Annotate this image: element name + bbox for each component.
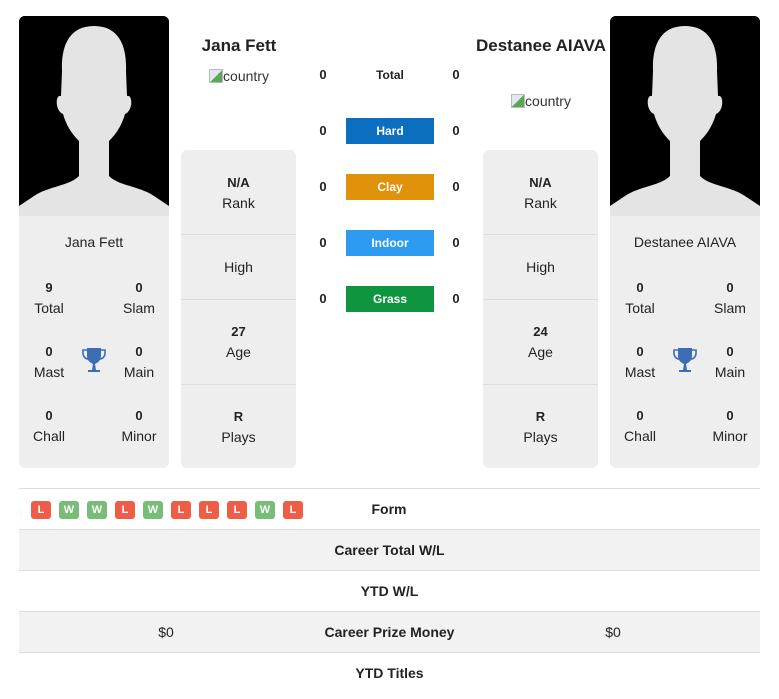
broken-image-icon (209, 69, 224, 83)
form-badge-win[interactable]: W (143, 501, 163, 519)
player1-titles-name[interactable]: Jana Fett (19, 234, 169, 250)
player2-total-titles: 0 Total (625, 280, 655, 316)
trophy-icon (82, 348, 106, 372)
player1-total-titles: 9 Total (34, 280, 64, 316)
h2h-right-indoor: 0 (452, 235, 460, 250)
broken-image-icon (511, 94, 526, 108)
h2h-left-indoor: 0 (319, 235, 327, 250)
stat-row-career-prize-money: $0 Career Prize Money $0 (19, 612, 760, 653)
player2-main-titles: 0 Main (714, 344, 746, 380)
player2-titles-panel: Destanee AIAVA 0 Total 0 Slam 0 Mast 0 Main … (610, 216, 760, 468)
player1-minor-titles: 0 Minor (121, 408, 157, 444)
player1-info-panel: N/A Rank High 27 Age R Plays (181, 150, 296, 468)
h2h-right-total: 0 (452, 67, 460, 82)
player2-titles-name[interactable]: Destanee AIAVA (610, 234, 760, 250)
player2-slam-titles: 0 Slam (714, 280, 746, 316)
player2-rank: N/A Rank (524, 174, 557, 211)
form-badge-loss[interactable]: L (115, 501, 135, 519)
h2h-left-clay: 0 (319, 179, 327, 194)
surface-indoor-label: Indoor (346, 230, 434, 256)
h2h-right-hard: 0 (452, 123, 460, 138)
player2-name[interactable]: Destanee AIAVA (466, 33, 616, 58)
player2-age: 24 Age (483, 299, 598, 384)
player2-photo (610, 16, 760, 216)
stat-row-career-total-wl: Career Total W/L (19, 530, 760, 571)
form-badge-loss[interactable]: L (227, 501, 247, 519)
h2h-left-total: 0 (319, 67, 327, 82)
form-badge-win[interactable]: W (255, 501, 275, 519)
h2h-left-hard: 0 (319, 123, 327, 138)
form-badge-loss[interactable]: L (199, 501, 219, 519)
player1-country-flag: country (164, 68, 314, 84)
form-badge-loss[interactable]: L (31, 501, 51, 519)
player1-photo (19, 16, 169, 216)
surface-hard-label: Hard (346, 118, 434, 144)
stat-label: YTD W/L (360, 583, 419, 599)
player1-rank: N/A Rank (222, 174, 255, 211)
player-silhouette-icon (19, 16, 169, 216)
h2h-right-grass: 0 (452, 291, 460, 306)
form-row: LWWLWLLLWL Form (19, 489, 760, 530)
player2-high: High (483, 234, 598, 299)
form-badge-loss[interactable]: L (283, 501, 303, 519)
player1-slam-titles: 0 Slam (123, 280, 155, 316)
stat-row-ytd-titles: YTD Titles (19, 653, 760, 694)
player1-titles-panel: Jana Fett 9 Total 0 Slam 0 Mast 0 Main 0 Chal… (19, 216, 169, 468)
form-badges: LWWLWLLLWL (31, 501, 303, 519)
surface-total-label: Total (376, 68, 404, 82)
player1-high: High (181, 234, 296, 299)
player-silhouette-icon (610, 16, 760, 216)
player1-age: 27 Age (181, 299, 296, 384)
player1-mast-titles: 0 Mast (33, 344, 65, 380)
trophy-icon (673, 348, 697, 372)
surface-grass-label: Grass (346, 286, 434, 312)
form-badge-loss[interactable]: L (171, 501, 191, 519)
form-label: Form (371, 501, 407, 517)
surface-clay-label: Clay (346, 174, 434, 200)
player1-name[interactable]: Jana Fett (164, 33, 314, 58)
form-badge-win[interactable]: W (87, 501, 107, 519)
h2h-right-clay: 0 (452, 179, 460, 194)
player1-plays: R Plays (181, 384, 296, 468)
stat-row-ytd-wl: YTD W/L (19, 571, 760, 612)
player1-chall-titles: 0 Chall (33, 408, 65, 444)
player2-minor-titles: 0 Minor (712, 408, 748, 444)
stat-label: Career Total W/L (334, 542, 445, 558)
stat-label: YTD Titles (355, 665, 424, 681)
player1-main-titles: 0 Main (123, 344, 155, 380)
player2-mast-titles: 0 Mast (624, 344, 656, 380)
player2-info-panel: N/A Rank High 24 Age R Plays (483, 150, 598, 468)
player2-country-flag: country (466, 93, 616, 109)
form-badge-win[interactable]: W (59, 501, 79, 519)
player2-chall-titles: 0 Chall (624, 408, 656, 444)
h2h-left-grass: 0 (319, 291, 327, 306)
stat-right-value: $0 (605, 624, 621, 640)
player2-plays: R Plays (483, 384, 598, 468)
